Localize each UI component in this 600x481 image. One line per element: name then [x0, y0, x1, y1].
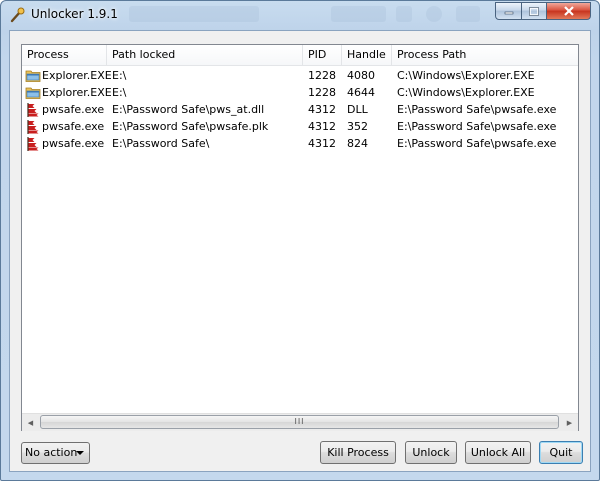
minimize-icon: [504, 11, 513, 15]
pid: 1228: [308, 69, 336, 82]
action-select-value: No action: [25, 446, 78, 459]
maximize-icon: [529, 6, 539, 16]
process-path: E:\Password Safe\pwsafe.exe: [397, 120, 557, 133]
handle: DLL: [347, 103, 368, 116]
path-locked: E:\: [112, 86, 127, 99]
column-header-process[interactable]: Process: [22, 45, 107, 65]
process-name: pwsafe.exe: [42, 137, 105, 150]
chevron-down-icon: [76, 451, 84, 455]
process-name: pwsafe.exe: [42, 103, 105, 116]
window-title: Unlocker 1.9.1: [31, 7, 118, 21]
background-ghost-3: [396, 6, 412, 22]
table-row[interactable]: Explorer.EXE E:\ 1228 4080 C:\Windows\Ex…: [22, 67, 578, 84]
table-row[interactable]: pwsafe.exe E:\Password Safe\pwsafe.plk 4…: [22, 118, 578, 135]
scroll-grip: III: [294, 417, 305, 426]
pwsafe-icon: [27, 137, 39, 151]
scroll-right-button[interactable]: ▶: [561, 414, 578, 431]
quit-button[interactable]: Quit: [539, 441, 583, 464]
close-button[interactable]: [546, 2, 591, 20]
arrow-right-icon: ▶: [566, 418, 573, 427]
path-locked: E:\Password Safe\: [112, 137, 210, 150]
unlock-all-button[interactable]: Unlock All: [465, 441, 531, 464]
list-header: Process Path locked PID Handle Process P…: [22, 45, 578, 66]
explorer-folder-icon: [25, 70, 41, 82]
pid: 4312: [308, 120, 336, 133]
pid: 4312: [308, 137, 336, 150]
list-rows: Explorer.EXE E:\ 1228 4080 C:\Windows\Ex…: [22, 67, 578, 152]
process-path: E:\Password Safe\pwsafe.exe: [397, 103, 557, 116]
background-ghost-2: [331, 6, 386, 22]
handle: 4644: [347, 86, 375, 99]
unlocker-window: Unlocker 1.9.1 Process Path locked PID H…: [0, 0, 600, 481]
pid: 4312: [308, 103, 336, 116]
table-row[interactable]: pwsafe.exe E:\Password Safe\ 4312 824 E:…: [22, 135, 578, 152]
kill-process-button[interactable]: Kill Process: [320, 441, 396, 464]
table-row[interactable]: pwsafe.exe E:\Password Safe\pws_at.dll 4…: [22, 101, 578, 118]
pid: 1228: [308, 86, 336, 99]
process-name: Explorer.EXE: [42, 69, 112, 82]
title-bar[interactable]: Unlocker 1.9.1: [1, 1, 599, 29]
process-path: C:\Windows\Explorer.EXE: [397, 86, 535, 99]
maximize-button[interactable]: [521, 2, 547, 20]
horizontal-scrollbar[interactable]: ◀ III ▶: [22, 413, 578, 431]
handle: 4080: [347, 69, 375, 82]
action-select[interactable]: No action: [21, 442, 90, 464]
column-header-process-path[interactable]: Process Path: [392, 45, 578, 65]
process-path: C:\Windows\Explorer.EXE: [397, 69, 535, 82]
column-header-handle[interactable]: Handle: [342, 45, 392, 65]
path-locked: E:\: [112, 69, 127, 82]
column-header-path-locked[interactable]: Path locked: [107, 45, 303, 65]
scroll-left-button[interactable]: ◀: [22, 414, 39, 431]
arrow-left-icon: ◀: [27, 418, 34, 427]
handle: 824: [347, 137, 368, 150]
process-path: E:\Password Safe\pwsafe.exe: [397, 137, 557, 150]
background-ghost-5: [456, 6, 480, 22]
unlock-button[interactable]: Unlock: [405, 441, 457, 464]
pwsafe-icon: [27, 120, 39, 134]
path-locked: E:\Password Safe\pws_at.dll: [112, 103, 265, 116]
client-area: Process Path locked PID Handle Process P…: [9, 30, 591, 472]
explorer-folder-icon: [25, 87, 41, 99]
scroll-thumb[interactable]: III: [40, 415, 559, 429]
process-name: Explorer.EXE: [42, 86, 112, 99]
close-icon: [563, 6, 574, 16]
pwsafe-icon: [27, 103, 39, 117]
column-header-pid[interactable]: PID: [303, 45, 342, 65]
background-ghost: [129, 6, 259, 22]
minimize-button[interactable]: [495, 2, 522, 20]
table-row[interactable]: Explorer.EXE E:\ 1228 4644 C:\Windows\Ex…: [22, 84, 578, 101]
background-ghost-4: [426, 6, 442, 22]
path-locked: E:\Password Safe\pwsafe.plk: [112, 120, 269, 133]
wand-app-icon: [10, 7, 25, 23]
process-name: pwsafe.exe: [42, 120, 105, 133]
handle: 352: [347, 120, 368, 133]
locked-handles-list[interactable]: Process Path locked PID Handle Process P…: [21, 44, 579, 431]
